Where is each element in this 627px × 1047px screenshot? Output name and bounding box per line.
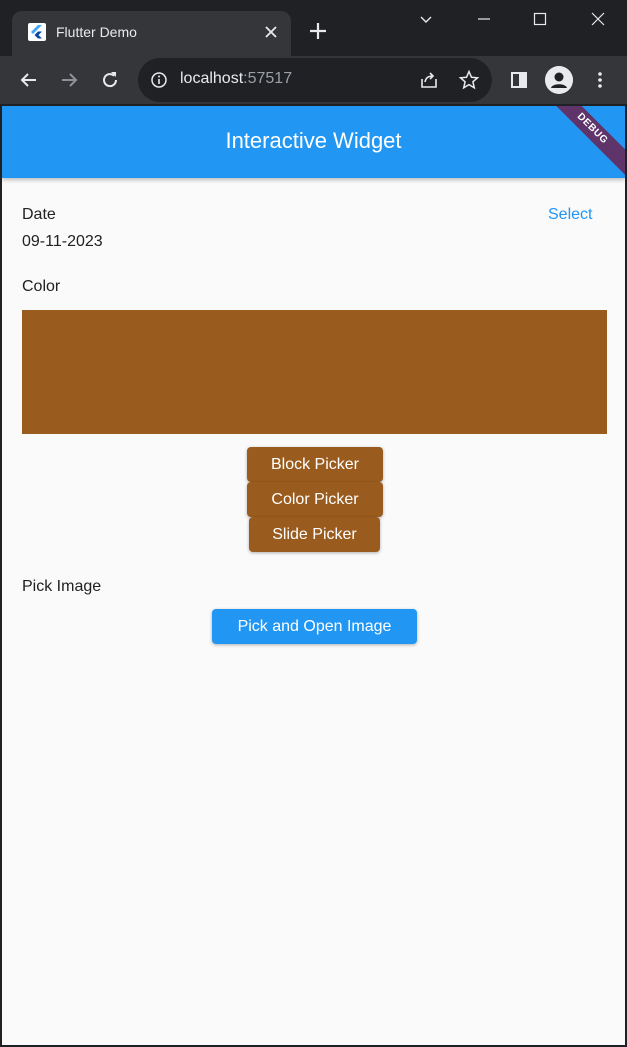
- date-value: 09-11-2023: [22, 233, 103, 250]
- menu-icon[interactable]: [588, 68, 612, 92]
- tab-title: Flutter Demo: [56, 24, 137, 40]
- date-label: Date: [22, 206, 56, 223]
- color-picker-button[interactable]: Color Picker: [247, 482, 383, 517]
- browser-tab[interactable]: Flutter Demo: [12, 11, 291, 56]
- share-icon[interactable]: [418, 69, 440, 91]
- app-bar: Interactive Widget: [2, 106, 625, 178]
- select-date-button[interactable]: Select: [548, 206, 592, 224]
- color-preview: [22, 310, 607, 434]
- url-host: localhost: [180, 70, 244, 87]
- back-icon[interactable]: [17, 68, 41, 92]
- reload-icon[interactable]: [98, 68, 122, 92]
- block-picker-button[interactable]: Block Picker: [247, 447, 383, 482]
- profile-avatar[interactable]: [545, 66, 573, 94]
- pick-and-open-image-button[interactable]: Pick and Open Image: [212, 609, 417, 644]
- window-close-icon[interactable]: [584, 6, 612, 32]
- minimize-icon[interactable]: [470, 6, 498, 32]
- forward-icon[interactable]: [57, 68, 81, 92]
- bookmark-star-icon[interactable]: [458, 69, 480, 91]
- flutter-icon: [28, 23, 46, 41]
- page-title: Interactive Widget: [225, 128, 402, 153]
- app-viewport: Interactive Widget DEBUG Date 09-11-2023…: [2, 106, 625, 1045]
- maximize-icon[interactable]: [526, 6, 554, 32]
- pick-image-label: Pick Image: [22, 578, 102, 595]
- color-label: Color: [22, 278, 61, 295]
- tab-search-icon[interactable]: [412, 6, 440, 32]
- person-icon: [545, 66, 573, 94]
- url-text: localhost:57517: [180, 70, 292, 88]
- url-port: :57517: [243, 70, 293, 87]
- side-panel-icon[interactable]: [507, 68, 531, 92]
- address-bar[interactable]: localhost:57517: [138, 58, 492, 102]
- site-info-icon[interactable]: [150, 71, 168, 89]
- new-tab-icon[interactable]: [305, 18, 331, 44]
- close-tab-icon[interactable]: [261, 22, 281, 42]
- slide-picker-button[interactable]: Slide Picker: [249, 517, 380, 552]
- browser-titlebar: Flutter Demo: [0, 0, 627, 56]
